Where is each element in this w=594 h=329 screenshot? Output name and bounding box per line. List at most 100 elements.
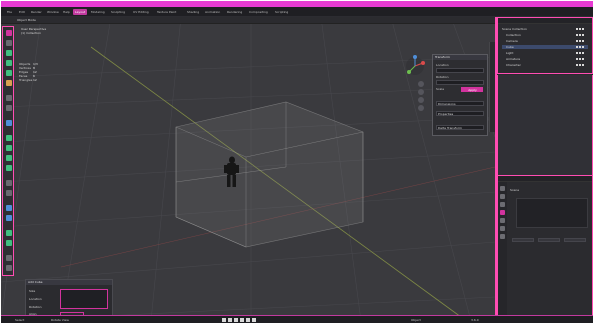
rotate-tool-icon[interactable] [6,60,12,66]
outliner-row[interactable]: Camera [502,39,588,43]
eye-icon[interactable] [579,52,581,54]
properties-button-3[interactable] [564,238,586,242]
menu-item-animation[interactable]: Animation [203,9,222,15]
move-tool-icon[interactable] [6,50,12,56]
eye-icon[interactable] [579,46,581,48]
add-cube-tool-icon[interactable] [6,120,12,126]
outliner-row[interactable]: Light [502,51,588,55]
poly-build-tool-icon[interactable] [6,190,12,196]
smooth-tool-icon[interactable] [6,215,12,221]
transform-tool-icon[interactable] [6,80,12,86]
camera-icon[interactable] [582,40,584,42]
push-pull-tool-icon[interactable] [6,265,12,271]
properties-block[interactable] [516,198,588,228]
eye-icon[interactable] [579,64,581,66]
shrink-tool-icon[interactable] [6,255,12,261]
menu-item-modeling[interactable]: Modeling [89,9,107,15]
camera-icon[interactable] [582,46,584,48]
checkbox-icon[interactable] [576,58,578,60]
render-tab-icon[interactable] [500,194,505,199]
checkbox-icon[interactable] [576,40,578,42]
visibility-toggles [575,39,587,43]
camera-icon[interactable] [582,52,584,54]
location-field[interactable] [436,68,484,73]
shear-tool-icon[interactable] [6,230,12,236]
checkbox-icon[interactable] [576,52,578,54]
dimensions-field[interactable]: Dimensions [436,101,484,106]
menu-item-layout[interactable]: Layout [73,9,88,15]
world-tab-icon[interactable] [500,218,505,223]
keyframe-icon[interactable] [251,318,256,322]
knife-tool-icon[interactable] [6,180,12,186]
prev-frame-icon[interactable] [227,318,232,322]
next-frame-icon[interactable] [239,318,244,322]
properties-field[interactable]: Properties [436,111,484,116]
bevel-tool-icon[interactable] [6,155,12,161]
sidebar-panel: Transform Location Rotation Scale Apply … [432,54,488,136]
play-icon[interactable] [233,318,238,322]
outliner-row[interactable]: Collection [502,33,588,37]
viewport-header: Object Mode [1,17,495,24]
camera-icon[interactable] [582,58,584,60]
outliner-row[interactable]: Armature [502,57,588,61]
outliner-row[interactable]: Character [502,63,588,67]
eye-icon[interactable] [579,40,581,42]
annotate-tool-icon[interactable] [6,95,12,101]
pan-icon[interactable] [418,89,424,95]
jump-start-icon[interactable] [222,318,226,322]
checkbox-icon[interactable] [576,34,578,36]
tool-tab-icon[interactable] [500,186,505,191]
mode-selector[interactable]: Object Mode [17,18,36,23]
menu-item-rendering[interactable]: Rendering [225,9,244,15]
inset-tool-icon[interactable] [6,145,12,151]
menu-item-edit[interactable]: Edit [17,9,27,15]
extrude-tool-icon[interactable] [6,135,12,141]
cursor-tool-icon[interactable] [6,40,12,46]
menu-item-render[interactable]: Render [29,9,44,15]
camera-icon[interactable] [582,34,584,36]
navigation-gizmo[interactable] [403,54,427,78]
measure-tool-icon[interactable] [6,105,12,111]
jump-end-icon[interactable] [245,318,250,322]
object-tab-icon[interactable] [500,226,505,231]
eye-icon[interactable] [579,28,581,30]
properties-button-1[interactable] [512,238,534,242]
rotation-field[interactable] [436,80,484,85]
menu-item-uv-editing[interactable]: UV Editing [131,9,151,15]
camera-icon[interactable] [418,97,424,103]
menu-item-texture-paint[interactable]: Texture Paint [155,9,178,15]
outliner-row[interactable]: Cube [502,45,588,49]
camera-icon[interactable] [582,28,584,30]
properties-button-2[interactable] [538,238,560,242]
scale-tool-icon[interactable] [6,70,12,76]
ortho-toggle-icon[interactable] [418,105,424,111]
outliner-row[interactable]: Scene Collection [502,27,588,31]
scene-tab-icon[interactable] [500,210,505,215]
menu-item-scripting[interactable]: Scripting [273,9,290,15]
delta-transform-field[interactable]: Delta Transform [436,125,484,130]
menu-item-compositing[interactable]: Compositing [247,9,270,15]
sidebar-panel-title: Transform [433,55,487,60]
loop-cut-tool-icon[interactable] [6,165,12,171]
spin-tool-icon[interactable] [6,205,12,211]
eye-icon[interactable] [579,58,581,60]
operator-fields-box[interactable] [60,289,108,309]
checkbox-icon[interactable] [576,28,578,30]
menu-item-sculpting[interactable]: Sculpting [109,9,127,15]
menu-item-shading[interactable]: Shading [185,9,201,15]
eye-icon[interactable] [579,34,581,36]
select-tool-icon[interactable] [6,30,12,36]
properties-path: Scene [510,188,520,192]
checkbox-icon[interactable] [576,46,578,48]
output-tab-icon[interactable] [500,202,505,207]
3d-viewport[interactable]: Object Mode User Perspective (1) Collect… [1,17,495,321]
apply-button[interactable]: Apply [461,87,483,92]
menu-item-window[interactable]: Window [45,9,61,15]
menu-item-help[interactable]: Help [61,9,72,15]
menu-item-file[interactable]: File [5,9,14,15]
checkbox-icon[interactable] [576,64,578,66]
camera-icon[interactable] [582,64,584,66]
zoom-icon[interactable] [418,81,424,87]
rip-tool-icon[interactable] [6,240,12,246]
modifier-tab-icon[interactable] [500,234,505,239]
